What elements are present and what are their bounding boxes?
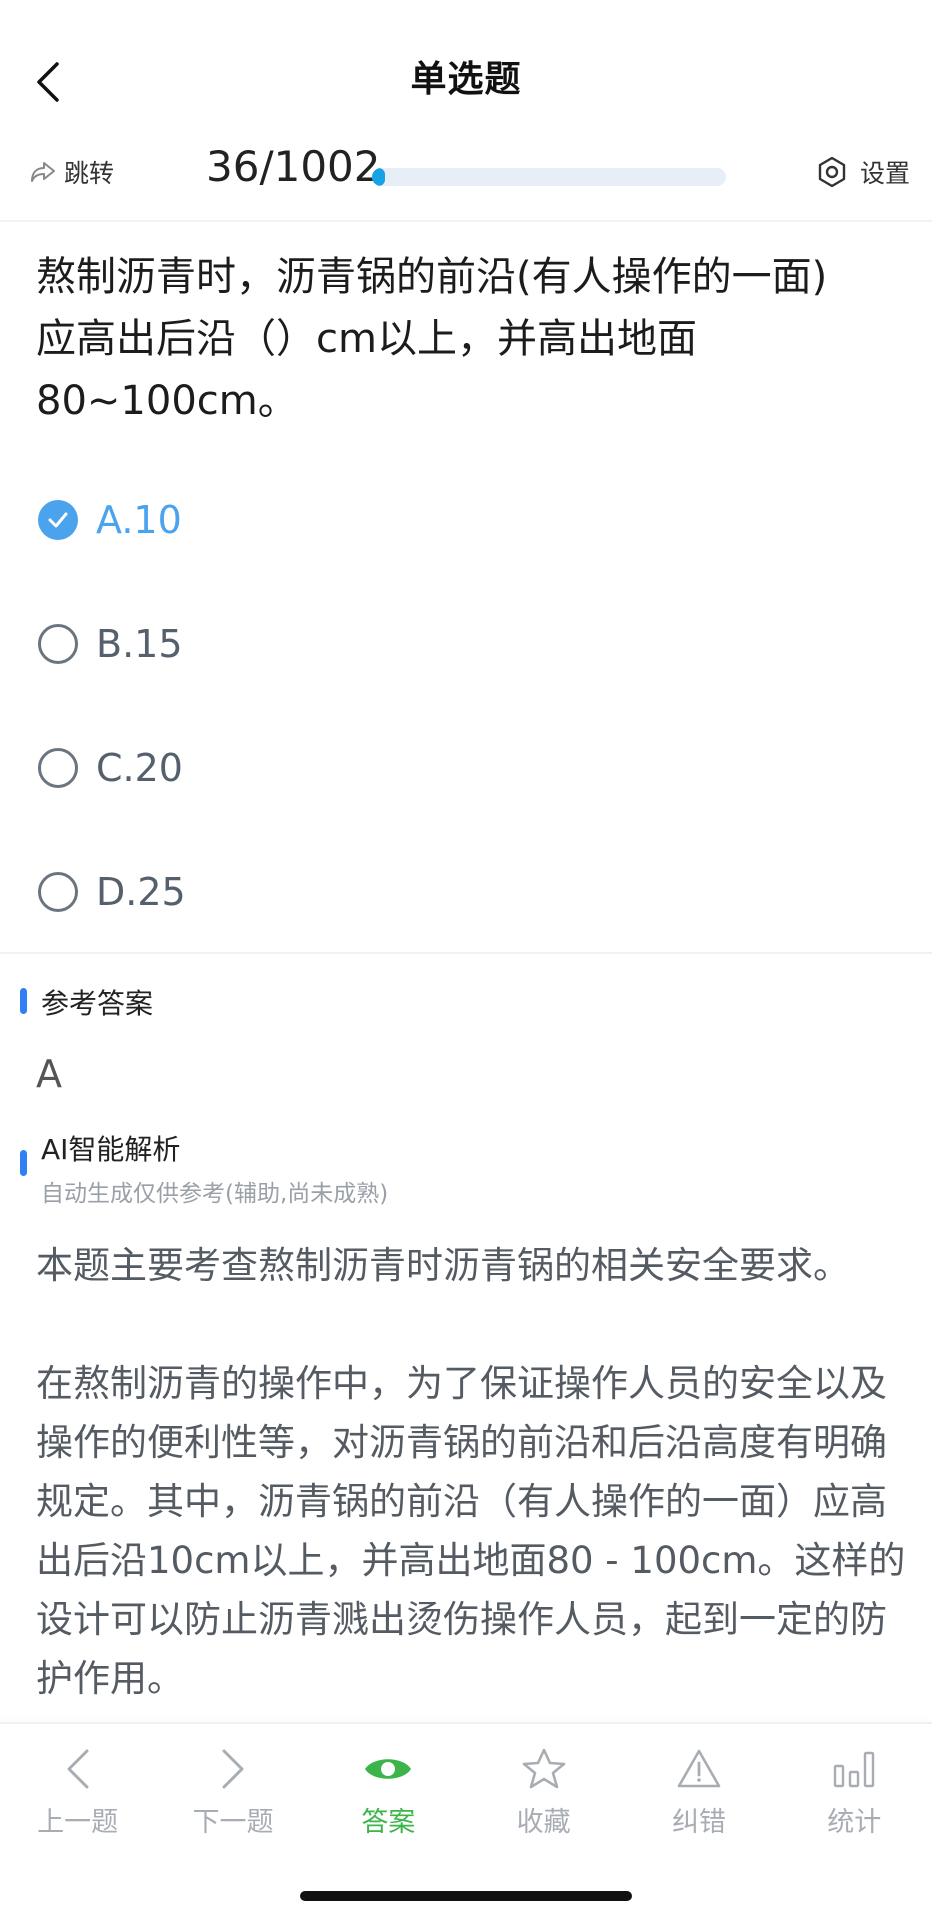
tab-label: 统计 <box>827 1807 882 1838</box>
warning-icon <box>671 1744 727 1794</box>
top-navbar: 单选题 <box>0 30 932 126</box>
analysis-paragraph: 本题主要考查熬制沥青时沥青锅的相关安全要求。 <box>36 1244 850 1287</box>
chevron-left-icon <box>50 1744 106 1794</box>
tab-label: 纠错 <box>671 1807 726 1838</box>
chevron-right-icon <box>205 1744 261 1794</box>
option-label: D.25 <box>96 870 186 914</box>
quiz-page: 单选题 跳转 36/1002 设置 熬制沥青时，沥青锅的前沿(有人操作的一面) … <box>0 0 932 1920</box>
question-line: 80~100cm。 <box>36 378 298 424</box>
question-line: 应高出后沿（）cm以上，并高出地面 <box>36 316 697 362</box>
option-b[interactable]: B.15 <box>38 612 638 676</box>
tab-label: 答案 <box>361 1807 416 1838</box>
option-label: A.10 <box>96 498 182 542</box>
option-d[interactable]: D.25 <box>38 860 638 924</box>
checkmark-icon <box>38 500 78 540</box>
analysis-paragraph: 在熬制沥青的操作中，为了保证操作人员的安全以及操作的便利性等，对沥青锅的前沿和后… <box>36 1362 906 1700</box>
section-marker <box>20 988 27 1014</box>
radio-icon <box>38 624 78 664</box>
gear-icon <box>818 156 846 188</box>
question-text: 熬制沥青时，沥青锅的前沿(有人操作的一面) 应高出后沿（）cm以上，并高出地面 … <box>36 246 906 432</box>
radio-icon <box>38 748 78 788</box>
tab-favorite[interactable]: 收藏 <box>466 1724 621 1840</box>
star-icon <box>516 1744 572 1794</box>
ai-analysis-title: AI智能解析 <box>41 1133 181 1166</box>
settings-label: 设置 <box>859 159 910 188</box>
options-divider <box>0 952 932 954</box>
header-divider <box>0 220 932 222</box>
tab-label: 收藏 <box>516 1807 571 1838</box>
option-label: C.20 <box>96 746 183 790</box>
bar-chart-icon <box>826 1744 882 1794</box>
ai-analysis-header: AI智能解析 自动生成仅供参考(辅助,尚未成熟) <box>20 1128 388 1208</box>
reference-answer-title: 参考答案 <box>41 987 154 1020</box>
eye-icon <box>360 1744 416 1794</box>
bottom-tab-bar: 上一题 下一题 答案 收藏 纠错 统计 <box>0 1722 932 1840</box>
progress-row: 跳转 36/1002 设置 <box>0 140 932 220</box>
settings-button[interactable]: 设置 <box>816 154 910 190</box>
question-counter: 36/1002 <box>206 142 381 191</box>
jump-label: 跳转 <box>64 159 115 188</box>
tab-report-error[interactable]: 纠错 <box>621 1724 776 1840</box>
ai-analysis-subtitle: 自动生成仅供参考(辅助,尚未成熟) <box>41 1181 389 1207</box>
tab-label: 下一题 <box>192 1807 274 1838</box>
ai-analysis-text: 本题主要考查熬制沥青时沥青锅的相关安全要求。 在熬制沥青的操作中，为了保证操作人… <box>36 1236 906 1708</box>
tab-next[interactable]: 下一题 <box>155 1724 310 1840</box>
share-arrow-icon <box>31 162 55 182</box>
tab-answer[interactable]: 答案 <box>311 1724 466 1840</box>
radio-icon <box>38 872 78 912</box>
jump-button[interactable]: 跳转 <box>30 154 114 190</box>
option-c[interactable]: C.20 <box>38 736 638 800</box>
tab-statistics[interactable]: 统计 <box>777 1724 932 1840</box>
option-label: B.15 <box>96 622 183 666</box>
progress-fill <box>372 168 385 186</box>
progress-bar <box>372 168 726 186</box>
reference-answer-value: A <box>36 1052 62 1096</box>
tab-label: 上一题 <box>37 1807 119 1838</box>
home-indicator <box>300 1891 632 1901</box>
tab-previous[interactable]: 上一题 <box>0 1724 155 1840</box>
reference-answer-header: 参考答案 <box>20 982 153 1022</box>
page-title: 单选题 <box>410 59 522 100</box>
option-a[interactable]: A.10 <box>38 488 638 552</box>
section-marker <box>20 1150 27 1176</box>
question-line: 熬制沥青时，沥青锅的前沿(有人操作的一面) <box>36 254 828 300</box>
